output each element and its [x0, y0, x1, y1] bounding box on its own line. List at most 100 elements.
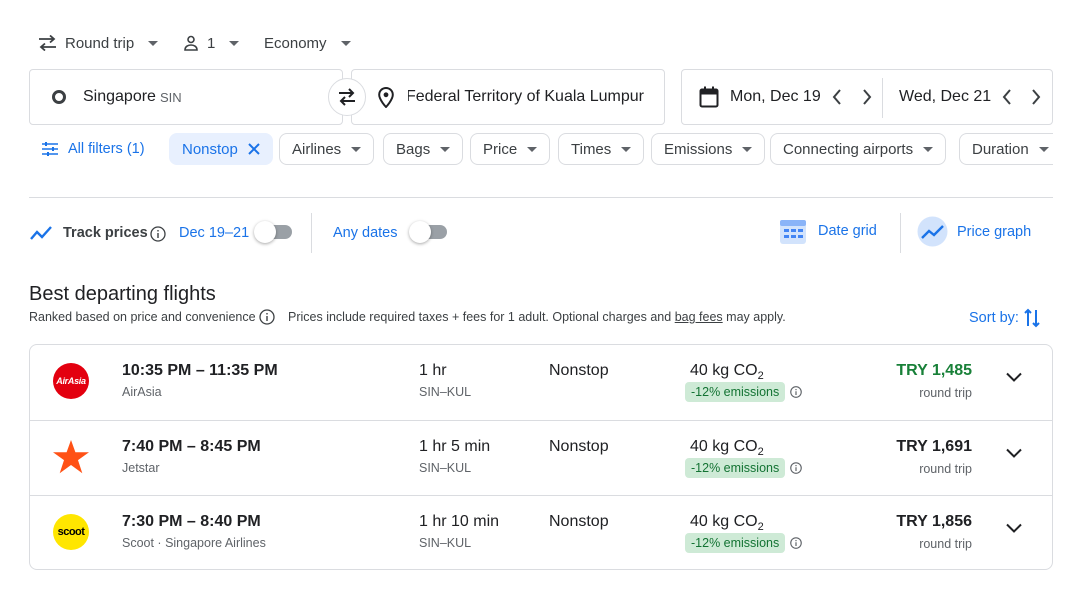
date-grid-button[interactable]: Date grid	[779, 217, 877, 245]
filter-chip-price[interactable]: Price	[470, 133, 551, 165]
chevron-down-icon	[1038, 146, 1049, 152]
person-icon	[183, 35, 199, 51]
expand-chevron-icon[interactable]	[1006, 523, 1022, 533]
flight-duration: 1 hr 10 min	[419, 513, 500, 530]
track-prices-toggle[interactable]	[254, 221, 292, 243]
flight-duration: 1 hr 5 min	[419, 438, 491, 455]
logo-text: AirAsia	[56, 376, 86, 386]
any-dates-toggle[interactable]	[409, 221, 447, 243]
price-note-suffix: may apply.	[726, 310, 786, 324]
filter-chip-airlines[interactable]: Airlines	[279, 133, 375, 165]
section-title: Best departing flights	[29, 283, 216, 305]
chevron-down-icon	[923, 146, 934, 152]
flight-route: SIN–KUL	[419, 385, 472, 399]
toggle-knob	[254, 221, 276, 243]
chevron-down-icon	[148, 40, 159, 46]
airline-name: Jetstar	[122, 461, 160, 475]
filter-chip-connecting-airports[interactable]: Connecting airports	[770, 133, 947, 165]
price-graph-icon	[917, 216, 948, 247]
depart-prev-icon[interactable]	[832, 89, 842, 105]
price-graph-button[interactable]: Price graph	[917, 216, 1031, 247]
chevron-down-icon	[351, 146, 362, 152]
filter-sliders-icon	[42, 142, 58, 156]
divider	[29, 197, 1053, 198]
passengers-select[interactable]: 1	[183, 30, 240, 56]
chip-label: Airlines	[292, 140, 342, 158]
chevron-down-icon	[440, 146, 451, 152]
emissions-badge: -12% emissions	[685, 533, 786, 553]
price-note: Prices include required taxes + fees for…	[288, 310, 786, 324]
date-grid-icon	[779, 217, 807, 245]
chevron-down-icon	[742, 146, 753, 152]
flight-route: SIN–KUL	[419, 461, 472, 475]
sort-label: Sort by:	[969, 310, 1019, 326]
emissions-badge: -12% emissions	[685, 458, 786, 478]
swap-locations-button[interactable]	[328, 78, 366, 116]
track-dates: Dec 19–21	[179, 225, 250, 241]
calendar-icon	[699, 86, 719, 108]
return-date[interactable]: Wed, Dec 21	[899, 88, 991, 106]
airasia-logo: AirAsia	[53, 363, 89, 399]
divider	[311, 213, 312, 253]
cabin-class-select[interactable]: Economy	[264, 30, 351, 56]
swap-arrows-icon	[38, 35, 57, 51]
scoot-logo: scoot	[53, 514, 89, 550]
origin-code: SIN	[159, 89, 182, 105]
info-icon[interactable]	[790, 537, 802, 549]
close-icon[interactable]	[248, 143, 260, 155]
depart-date[interactable]: Mon, Dec 19	[730, 88, 821, 106]
info-icon[interactable]	[790, 462, 802, 474]
all-filters-button[interactable]: All filters (1)	[42, 141, 145, 157]
all-filters-label: All filters (1)	[68, 141, 145, 157]
expand-chevron-icon[interactable]	[1006, 448, 1022, 458]
return-next-icon[interactable]	[1031, 89, 1041, 105]
emissions-badge: -12% emissions	[685, 382, 786, 402]
flight-row[interactable]: scoot 7:30 PM – 8:40 PM Scoot · Singapor…	[30, 495, 1052, 569]
trip-type-select[interactable]: Round trip	[38, 30, 159, 56]
info-icon[interactable]	[259, 309, 275, 325]
bag-fees-link[interactable]: bag fees	[675, 310, 723, 324]
flight-price: TRY 1,691	[896, 438, 972, 455]
info-icon[interactable]	[150, 226, 166, 242]
passengers-count: 1	[207, 34, 216, 52]
co2-amount: 40 kg CO2	[690, 438, 764, 459]
filter-chip-nonstop[interactable]: Nonstop	[169, 133, 273, 165]
info-icon[interactable]	[790, 386, 802, 398]
trend-line-icon	[30, 225, 52, 241]
price-note-text: Prices include required taxes + fees for…	[288, 310, 672, 324]
swap-icon	[337, 88, 357, 106]
any-dates-label: Any dates	[333, 225, 398, 241]
origin-city: Singapore	[83, 88, 156, 105]
filter-chip-emissions[interactable]: Emissions	[651, 133, 766, 165]
divider	[900, 213, 901, 253]
destination-field[interactable]: Federal Territory of Kuala Lumpur	[351, 69, 665, 125]
trip-type-label: Round trip	[65, 34, 135, 52]
expand-chevron-icon[interactable]	[1006, 372, 1022, 382]
chip-label: Duration	[972, 140, 1029, 158]
cabin-class-label: Economy	[264, 34, 327, 52]
flight-row[interactable]: AirAsia 10:35 PM – 11:35 PM AirAsia 1 hr…	[30, 345, 1052, 420]
chip-label: Price	[483, 140, 518, 158]
flight-row[interactable]: 7:40 PM – 8:45 PM Jetstar 1 hr 5 min SIN…	[30, 420, 1052, 495]
return-prev-icon[interactable]	[1002, 89, 1012, 105]
sort-button[interactable]: Sort by:	[969, 308, 1040, 328]
flight-price: TRY 1,485	[896, 362, 972, 379]
airline-name: Scoot · Singapore Airlines	[122, 536, 266, 550]
sort-arrows-icon	[1024, 308, 1040, 328]
chevron-down-icon	[340, 40, 351, 46]
flight-stops: Nonstop	[549, 438, 609, 455]
co2-amount: 40 kg CO2	[690, 362, 764, 383]
airline-name: AirAsia	[122, 385, 162, 399]
chevron-down-icon	[229, 40, 240, 46]
filter-chip-times[interactable]: Times	[558, 133, 645, 165]
ranked-note: Ranked based on price and convenience	[29, 310, 256, 324]
filter-chip-duration[interactable]: Duration	[959, 133, 1053, 165]
flight-duration: 1 hr	[419, 362, 447, 379]
chip-label: Emissions	[664, 140, 733, 158]
depart-next-icon[interactable]	[862, 89, 872, 105]
price-graph-label: Price graph	[957, 223, 1032, 240]
origin-field[interactable]: Singapore SIN	[29, 69, 343, 125]
date-grid-label: Date grid	[818, 223, 877, 239]
filter-chip-bags[interactable]: Bags	[383, 133, 464, 165]
flight-stops: Nonstop	[549, 513, 609, 530]
